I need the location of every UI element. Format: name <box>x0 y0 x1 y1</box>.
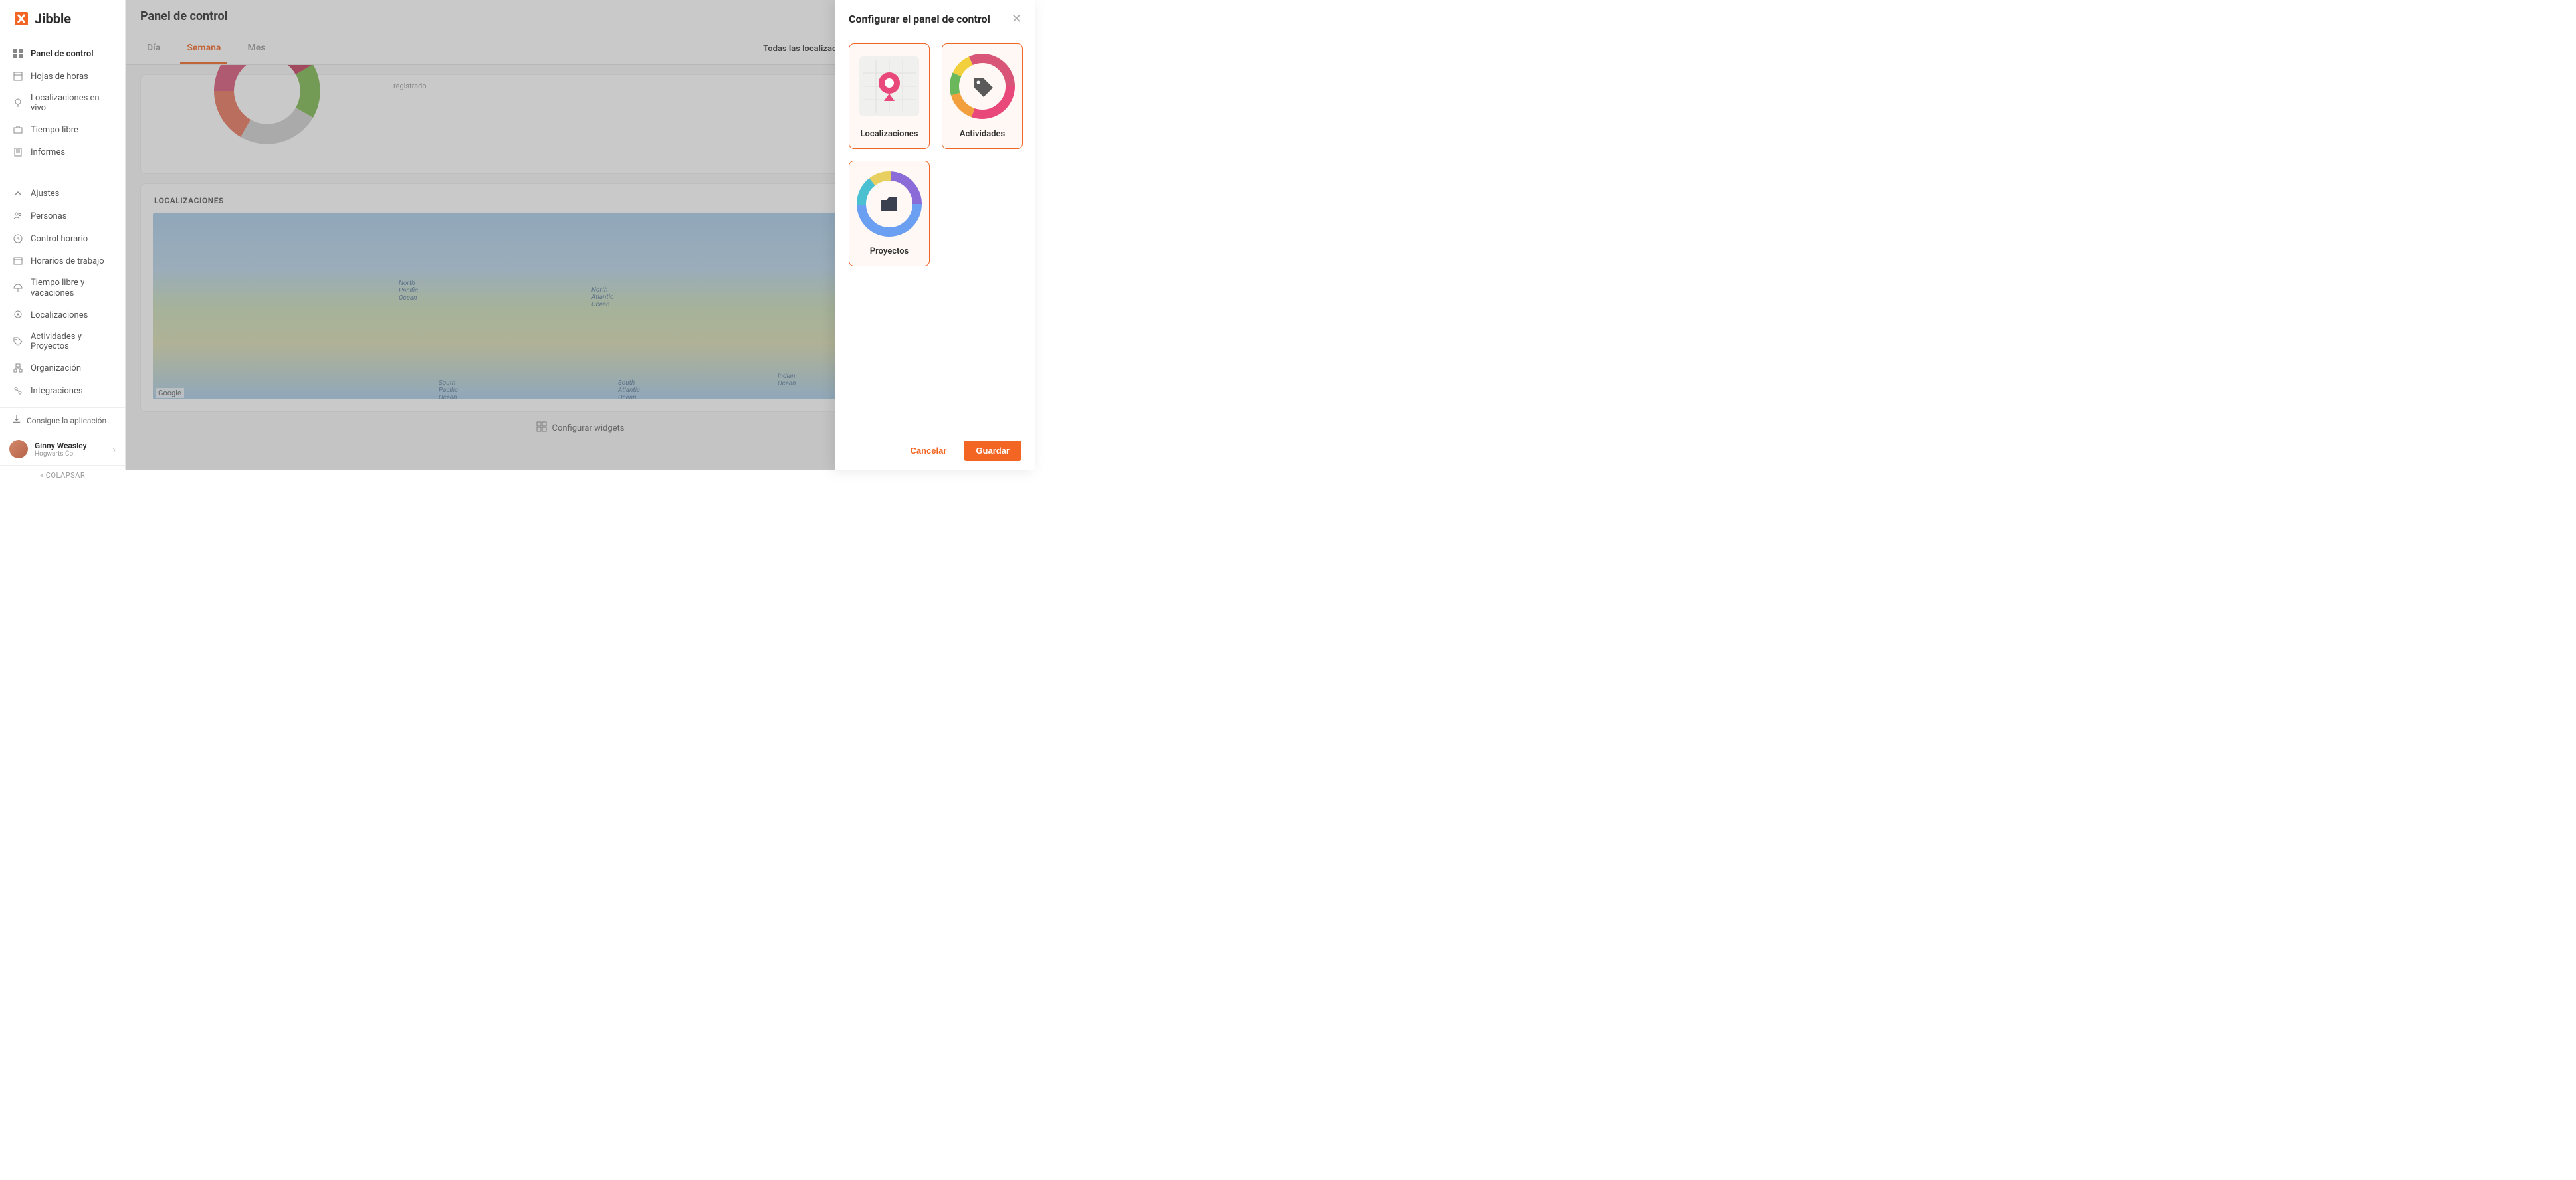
document-icon <box>12 146 24 158</box>
close-icon[interactable]: ✕ <box>1012 12 1021 26</box>
widget-card-label: Actividades <box>960 129 1005 139</box>
get-app-link[interactable]: Consigue la aplicación <box>0 407 125 433</box>
widget-card-label: Proyectos <box>870 246 909 256</box>
nav-label: Localizaciones <box>31 310 88 320</box>
widget-card-projects[interactable]: Proyectos <box>849 161 930 266</box>
sidebar-item-informes[interactable]: Informes <box>0 141 125 163</box>
activities-thumb-icon <box>949 53 1016 120</box>
sidebar-item-panel-de-control[interactable]: Panel de control <box>0 43 125 65</box>
user-name: Ginny Weasley <box>35 441 106 450</box>
sidebar-item-localizaciones-en-vivo[interactable]: Localizaciones en vivo <box>0 88 125 118</box>
timesheet-icon <box>12 70 24 82</box>
chevron-right-icon: › <box>112 443 116 456</box>
nav-label: Hojas de horas <box>31 72 88 82</box>
cancel-button[interactable]: Cancelar <box>903 441 955 461</box>
nav-label: Informes <box>31 148 65 157</box>
user-card[interactable]: Ginny Weasley Hogwarts Co › <box>0 433 125 465</box>
sidebar-item-organización[interactable]: Organización <box>0 357 125 379</box>
geofence-icon <box>12 309 24 321</box>
nav-label: Horarios de trabajo <box>31 256 104 266</box>
dashboard-icon <box>12 48 24 60</box>
sidebar-item-hojas-de-horas[interactable]: Hojas de horas <box>0 65 125 88</box>
configure-dashboard-panel: Configurar el panel de control ✕ Localiz… <box>835 0 1035 470</box>
widget-card-location[interactable]: Localizaciones <box>849 43 930 149</box>
get-app-label: Consigue la aplicación <box>27 416 106 425</box>
sidebar-item-ajustes[interactable]: Ajustes <box>0 182 125 205</box>
schedule-icon <box>12 255 24 267</box>
save-button[interactable]: Guardar <box>964 441 1021 461</box>
sidebar-item-integraciones[interactable]: Integraciones <box>0 379 125 402</box>
nav-label: Localizaciones en vivo <box>31 93 113 113</box>
nav-label: Tiempo libre y vacaciones <box>31 278 113 298</box>
widget-card-label: Localizaciones <box>861 129 918 139</box>
time-tracking-icon <box>12 233 24 245</box>
nav-label: Actividades y Proyectos <box>31 332 113 351</box>
brand-name: Jibble <box>35 11 71 27</box>
logo: Jibble <box>0 0 125 37</box>
nav-label: Organización <box>31 363 81 373</box>
org-icon <box>12 362 24 374</box>
chevron-left-double-icon: « <box>40 471 44 480</box>
projects-thumb-icon <box>856 171 922 237</box>
people-icon <box>12 210 24 222</box>
sidebar-item-control-horario[interactable]: Control horario <box>0 227 125 250</box>
location-pin-icon <box>12 97 24 109</box>
nav-label: Control horario <box>31 234 88 244</box>
download-icon <box>12 415 21 426</box>
nav-label: Tiempo libre <box>31 125 78 135</box>
location-thumb-icon <box>856 53 922 120</box>
collapse-label: COLAPSAR <box>46 471 85 480</box>
integrations-icon <box>12 385 24 397</box>
nav-label: Integraciones <box>31 386 83 396</box>
sidebar-item-tiempo-libre-y-vacaciones[interactable]: Tiempo libre y vacaciones <box>0 272 125 304</box>
avatar <box>9 440 28 458</box>
tag-icon <box>12 336 24 347</box>
sidebar-item-actividades-y-proyectos[interactable]: Actividades y Proyectos <box>0 326 125 357</box>
sidebar-item-tiempo-libre[interactable]: Tiempo libre <box>0 118 125 141</box>
briefcase-icon <box>12 124 24 136</box>
panel-title: Configurar el panel de control <box>849 13 990 25</box>
sidebar-item-personas[interactable]: Personas <box>0 205 125 227</box>
nav-label: Ajustes <box>31 189 59 199</box>
sidebar-item-horarios-de-trabajo[interactable]: Horarios de trabajo <box>0 250 125 272</box>
nav-label: Panel de control <box>31 49 94 59</box>
collapse-button[interactable]: « COLAPSAR <box>0 465 125 485</box>
umbrella-icon <box>12 282 24 294</box>
sidebar-item-localizaciones[interactable]: Localizaciones <box>0 304 125 326</box>
sidebar: Jibble Panel de control Hojas de horas Loc… <box>0 0 126 470</box>
nav-label: Personas <box>31 211 67 221</box>
chevron-up-icon <box>12 187 24 199</box>
logo-icon <box>13 11 29 27</box>
widget-card-activities[interactable]: Actividades <box>942 43 1023 149</box>
user-org: Hogwarts Co <box>35 450 106 458</box>
